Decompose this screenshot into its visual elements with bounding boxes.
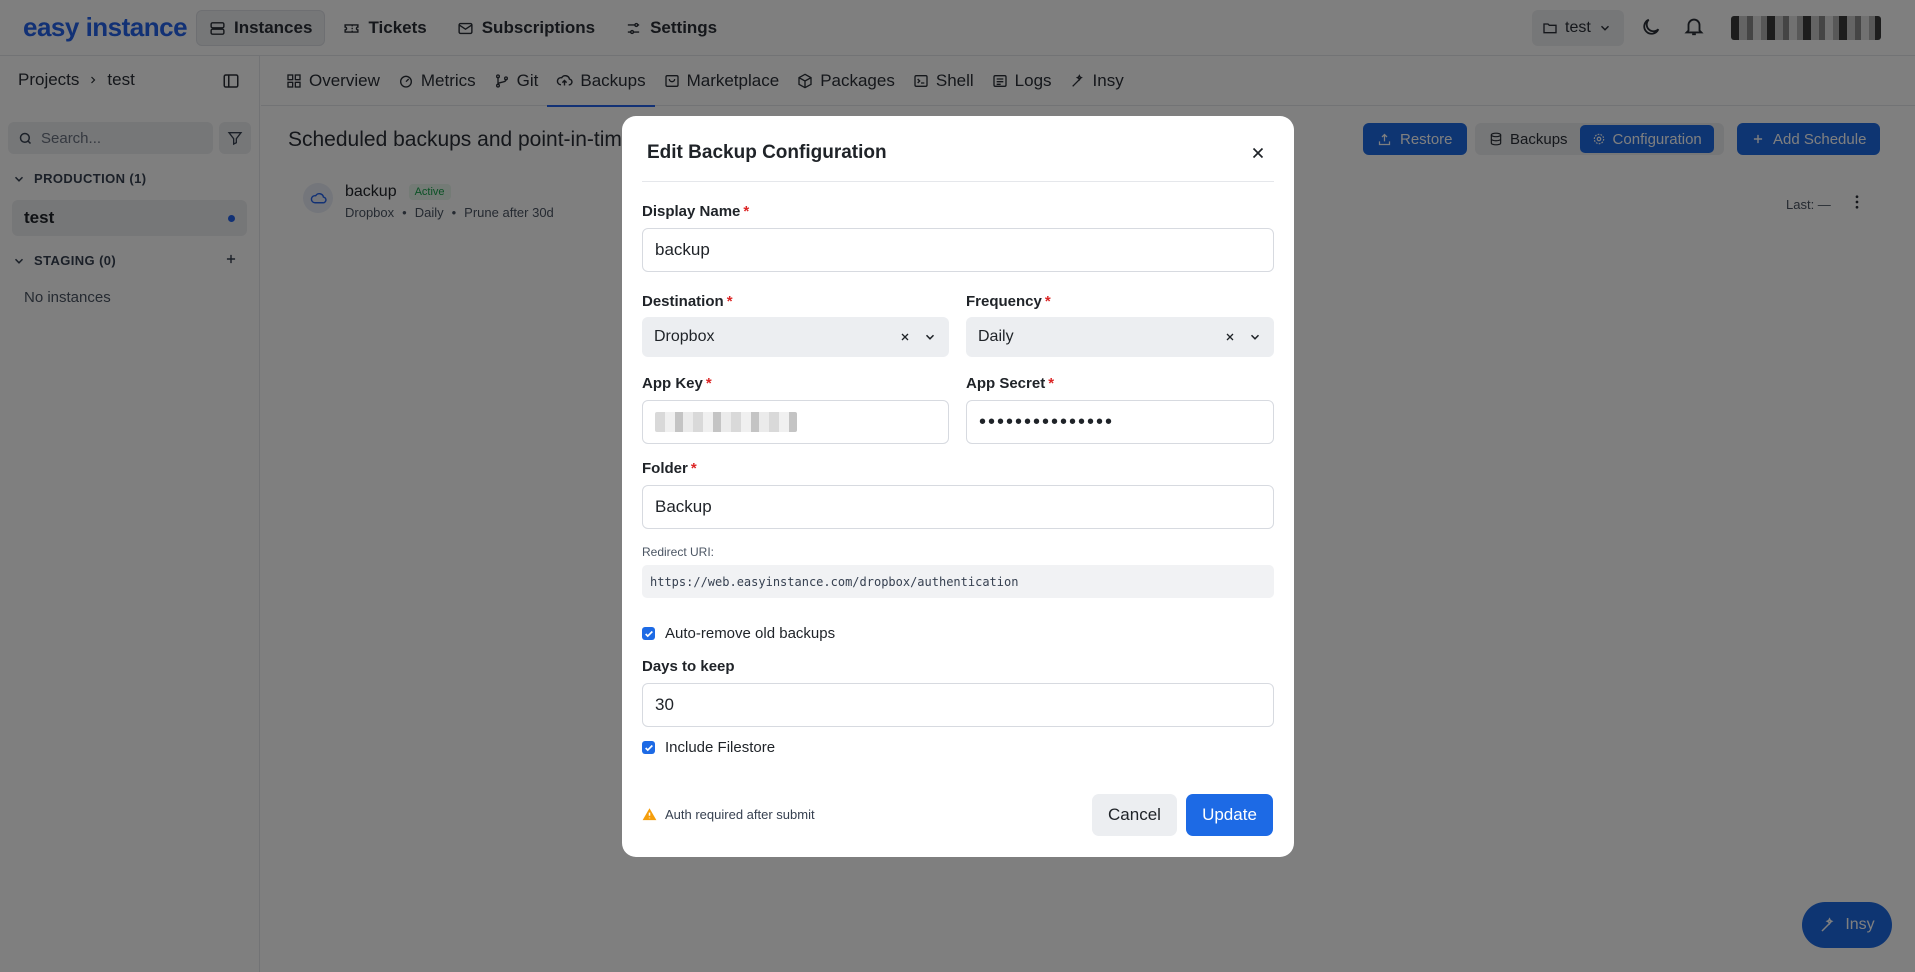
frequency-select[interactable]: Daily xyxy=(966,317,1274,357)
update-button[interactable]: Update xyxy=(1186,794,1273,836)
cancel-button[interactable]: Cancel xyxy=(1092,794,1177,836)
auto-remove-label: Auto-remove old backups xyxy=(665,625,836,642)
dialog-title: Edit Backup Configuration xyxy=(647,142,887,163)
days-to-keep-value: 30 xyxy=(655,695,674,714)
include-filestore-label: Include Filestore xyxy=(665,739,776,756)
destination-select[interactable]: Dropbox xyxy=(642,317,949,357)
folder-label: Folder * xyxy=(642,460,697,477)
display-name-value: backup xyxy=(655,240,710,259)
warning-icon xyxy=(642,807,657,822)
destination-label: Destination * xyxy=(642,293,733,310)
display-name-label: Display Name * xyxy=(642,203,750,220)
app-secret-label: App Secret * xyxy=(966,375,1055,392)
close-icon[interactable] xyxy=(1249,144,1267,162)
app-key-field[interactable] xyxy=(642,400,949,444)
edit-backup-dialog: Edit Backup Configuration Display Name * … xyxy=(622,116,1294,857)
auto-remove-checkbox[interactable]: Auto-remove old backups xyxy=(642,625,835,642)
frequency-label: Frequency * xyxy=(966,293,1051,310)
redirect-uri-value[interactable]: https://web.easyinstance.com/dropbox/aut… xyxy=(642,565,1274,598)
auth-warning-text: Auth required after submit xyxy=(665,807,815,822)
chevron-down-icon[interactable] xyxy=(1248,330,1262,344)
display-name-field[interactable]: backup xyxy=(642,228,1274,272)
auth-warning: Auth required after submit xyxy=(642,807,815,822)
checkbox-checked-icon[interactable] xyxy=(642,627,655,640)
destination-value: Dropbox xyxy=(654,328,715,345)
include-filestore-checkbox[interactable]: Include Filestore xyxy=(642,739,775,756)
days-to-keep-label: Days to keep xyxy=(642,658,735,675)
app-secret-field[interactable]: ••••••••••••••• xyxy=(966,400,1274,444)
chevron-down-icon[interactable] xyxy=(923,330,937,344)
divider xyxy=(642,181,1274,182)
folder-field[interactable]: Backup xyxy=(642,485,1274,529)
clear-icon[interactable] xyxy=(1224,331,1236,343)
clear-icon[interactable] xyxy=(899,331,911,343)
frequency-value: Daily xyxy=(978,328,1014,345)
days-to-keep-field[interactable]: 30 xyxy=(642,683,1274,727)
checkbox-checked-icon[interactable] xyxy=(642,741,655,754)
folder-value: Backup xyxy=(655,497,712,516)
app-key-label: App Key * xyxy=(642,375,712,392)
app-secret-value: ••••••••••••••• xyxy=(979,410,1115,433)
redirect-uri-label: Redirect URI: xyxy=(642,545,715,559)
redacted-value xyxy=(655,412,797,432)
